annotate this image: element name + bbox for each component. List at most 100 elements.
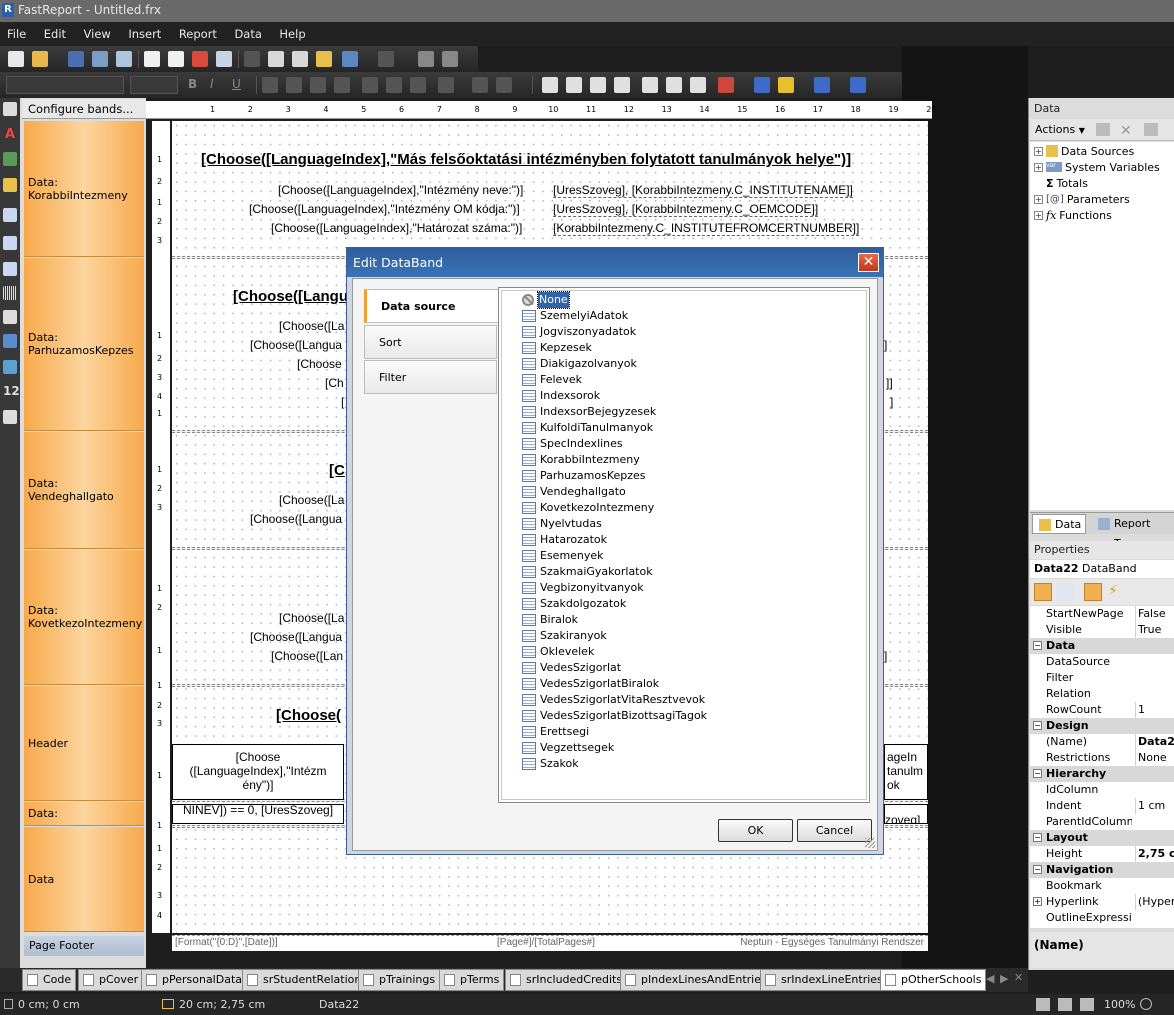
fill-color-icon[interactable] <box>718 77 734 93</box>
picture-tool-icon[interactable] <box>3 152 17 166</box>
property-row[interactable]: Visible True <box>1030 622 1174 638</box>
tab-filter[interactable]: Filter <box>364 360 497 394</box>
subreport-tool-icon[interactable] <box>3 208 17 222</box>
parhuzamos-title[interactable]: [Choose([Langu <box>233 288 348 305</box>
parhuzamos-row-3[interactable]: [Choose <box>297 357 342 371</box>
property-row[interactable]: OutlineExpression <box>1030 910 1174 926</box>
new-page-icon[interactable] <box>144 51 160 67</box>
kovetkezo-row-2[interactable]: [Choose([Langua <box>250 630 342 644</box>
kovetkezo-row-3[interactable]: [Choose([Lan <box>271 649 343 663</box>
list-item-datasource[interactable]: Hatarozatok <box>522 532 607 548</box>
text-tool-icon[interactable]: A <box>3 128 17 142</box>
list-item-datasource[interactable]: IndexsorBejegyzesek <box>522 404 656 420</box>
korabbi-title[interactable]: [Choose([LanguageIndex],"Más felsőoktatá… <box>201 151 851 168</box>
tab-data[interactable]: Data <box>1032 514 1087 534</box>
property-row[interactable]: Indent 1 cm <box>1030 798 1174 814</box>
list-item-datasource[interactable]: ParhuzamosKepzes <box>522 468 646 484</box>
property-category[interactable]: − Layout <box>1030 830 1174 846</box>
redo-icon[interactable] <box>378 51 394 67</box>
valign-top-icon[interactable] <box>362 77 378 93</box>
format-painter-icon[interactable] <box>316 51 332 67</box>
page-setup-icon[interactable] <box>216 51 232 67</box>
property-row[interactable]: (Name) Data22 <box>1030 734 1174 750</box>
configure-bands-button[interactable]: Configure bands... <box>22 99 146 119</box>
table-tool-icon[interactable] <box>3 236 17 250</box>
page-tab-ptrainings[interactable]: pTrainings <box>358 969 441 991</box>
actions-menu[interactable]: Actions <box>1035 123 1075 136</box>
list-item-none[interactable]: None <box>522 291 570 309</box>
footer-system-name[interactable]: Neptun - Egységes Tanulmányi Rendszer <box>740 937 924 948</box>
property-value[interactable]: 2,75 cm <box>1135 846 1174 862</box>
justify-icon[interactable] <box>334 77 350 93</box>
page-tab-pterms[interactable]: pTerms <box>439 969 505 991</box>
align-left-icon[interactable] <box>262 77 278 93</box>
line-color-icon[interactable] <box>778 77 794 93</box>
valign-bottom-icon[interactable] <box>410 77 426 93</box>
footer-date[interactable]: [Format("{0:D}",[Date])] <box>175 937 278 948</box>
tree-system-variables[interactable]: + var System Variables <box>1034 159 1160 175</box>
band-data[interactable]: Data <box>24 827 144 932</box>
kovetkezo-tail[interactable]: ] <box>884 649 887 663</box>
delete-icon[interactable]: ✕ <box>1120 120 1132 142</box>
property-row[interactable]: Restrictions None <box>1030 750 1174 766</box>
save-all-icon[interactable] <box>92 51 108 67</box>
new-dialog-icon[interactable] <box>168 51 184 67</box>
list-item-datasource[interactable]: Felevek <box>522 372 582 388</box>
header-cell-right[interactable]: ageIn tanulm ok <box>884 744 928 800</box>
property-row[interactable]: RowCount 1 <box>1030 702 1174 718</box>
zip-tool-icon[interactable] <box>3 410 17 424</box>
list-item-datasource[interactable]: Indexsorok <box>522 388 600 404</box>
list-item-datasource[interactable]: SzemelyiAdatok <box>522 308 628 324</box>
property-value[interactable]: None <box>1135 750 1174 766</box>
collapse-icon[interactable]: − <box>1033 721 1042 730</box>
korabbi-om-value[interactable]: [UresSzoveg], [KorabbiIntezmeny.C_OEMCOD… <box>553 202 819 217</box>
expand-icon[interactable]: + <box>1034 162 1043 172</box>
frame-all-icon[interactable] <box>642 77 658 93</box>
property-value[interactable]: True <box>1135 622 1174 638</box>
number-tool-icon[interactable]: 12 <box>3 384 20 398</box>
align-right-icon[interactable] <box>310 77 326 93</box>
ungroup-icon[interactable] <box>442 51 458 67</box>
ok-button[interactable]: OK <box>718 819 793 842</box>
page-tab-pcover[interactable]: pCover <box>78 969 144 991</box>
page-tab-ppersonaldata[interactable]: pPersonalData <box>141 969 248 991</box>
korabbi-cert-label[interactable]: [Choose([LanguageIndex],"Határozat száma… <box>271 221 522 235</box>
cut-icon[interactable] <box>244 51 260 67</box>
list-item-datasource[interactable]: VedesSzigorlatBiralok <box>522 676 659 692</box>
menu-file[interactable]: File <box>0 22 33 46</box>
italic-icon[interactable]: I <box>210 77 226 93</box>
page-width-icon[interactable] <box>1058 998 1072 1011</box>
expand-icon[interactable]: + <box>1034 210 1043 220</box>
list-item-datasource[interactable]: SpecIndexlines <box>522 436 623 452</box>
view-icon[interactable] <box>1144 123 1158 136</box>
frame-right-icon[interactable] <box>614 77 630 93</box>
text-color-icon[interactable] <box>438 77 454 93</box>
align-center-icon[interactable] <box>286 77 302 93</box>
edit-icon[interactable] <box>1096 123 1110 136</box>
list-item-datasource[interactable]: Diakigazolvanyok <box>522 356 637 372</box>
list-item-datasource[interactable]: Vegbizonyitvanyok <box>522 580 644 596</box>
chevron-down-icon[interactable]: ▼ <box>1079 126 1085 135</box>
list-item-datasource[interactable]: SzakmaiGyakorlatok <box>522 564 653 580</box>
whole-page-icon[interactable] <box>1080 998 1094 1011</box>
collapse-icon[interactable]: − <box>1033 833 1042 842</box>
list-item-datasource[interactable]: VedesSzigorlatBizottsagiTagok <box>522 708 707 724</box>
menu-report[interactable]: Report <box>172 22 224 46</box>
list-item-datasource[interactable]: Nyelvtudas <box>522 516 602 532</box>
valign-middle-icon[interactable] <box>386 77 402 93</box>
parhuzamos-row-2[interactable]: [Choose([Langua <box>250 338 342 352</box>
parhuzamos-row-5[interactable]: [ <box>341 395 344 409</box>
band-page-footer[interactable]: Page Footer <box>24 936 144 956</box>
collapse-icon[interactable]: − <box>1033 641 1042 650</box>
header-title[interactable]: [Choose( <box>276 707 341 724</box>
parhuzamos-row-1[interactable]: [Choose([La <box>279 319 344 333</box>
list-item-datasource[interactable]: Erettsegi <box>522 724 589 740</box>
page-tab-pindexlinesandentries[interactable]: pIndexLinesAndEntries <box>620 969 772 991</box>
vendeg-row-1[interactable]: [Choose([La <box>279 493 344 507</box>
frame-bottom-icon[interactable] <box>566 77 582 93</box>
property-value[interactable]: 1 cm <box>1135 798 1174 814</box>
property-row[interactable]: StartNewPage False <box>1030 606 1174 622</box>
korabbi-om-label[interactable]: [Choose([LanguageIndex],"Intézmény OM kó… <box>249 202 520 216</box>
list-item-datasource[interactable]: Esemenyek <box>522 548 604 564</box>
page-footer-content[interactable]: [Format("{0:D}",[Date])] [Page#]/[TotalP… <box>172 935 928 951</box>
